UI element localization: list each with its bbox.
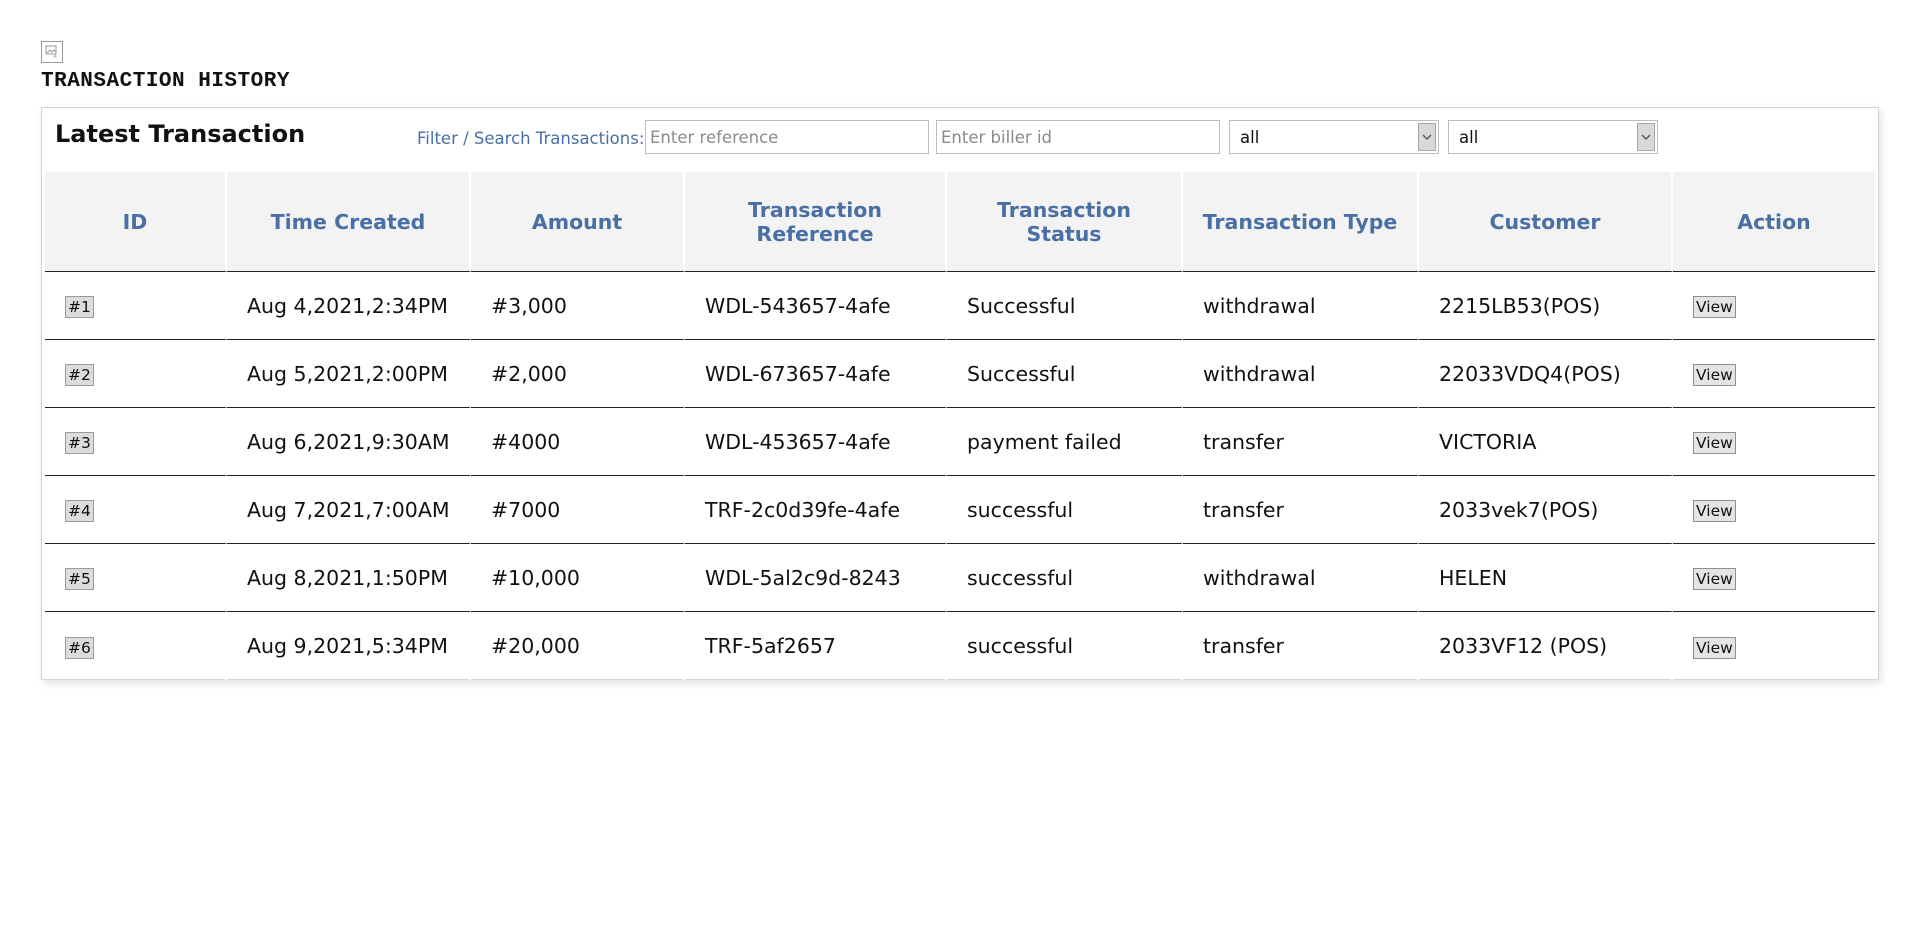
status-cell: successful bbox=[947, 476, 1183, 544]
table-row: #1 Aug 4,2021,2:34PM #3,000 WDL-543657-4… bbox=[45, 272, 1875, 340]
status-cell: successful bbox=[947, 544, 1183, 612]
card-title: Latest Transaction bbox=[55, 120, 306, 148]
table-row: #6 Aug 9,2021,5:34PM #20,000 TRF-5af2657… bbox=[45, 612, 1875, 680]
reference-cell: WDL-673657-4afe bbox=[685, 340, 947, 408]
reference-cell: WDL-453657-4afe bbox=[685, 408, 947, 476]
action-cell: View bbox=[1673, 476, 1875, 544]
view-button[interactable]: View bbox=[1693, 636, 1736, 659]
view-button[interactable]: View bbox=[1693, 432, 1736, 454]
status-filter-select[interactable]: all bbox=[1229, 120, 1439, 154]
time-cell: Aug 8,2021,1:50PM bbox=[227, 544, 471, 612]
reference-cell: WDL-543657-4afe bbox=[685, 272, 947, 340]
status-cell: Successful bbox=[947, 340, 1183, 408]
biller-id-search-input[interactable] bbox=[936, 120, 1220, 154]
reference-cell: TRF-2c0d39fe-4afe bbox=[685, 476, 947, 544]
reference-search-input[interactable] bbox=[645, 120, 929, 154]
status-cell: payment failed bbox=[947, 408, 1183, 476]
view-button[interactable]: View bbox=[1693, 364, 1736, 386]
type-cell: withdrawal bbox=[1183, 544, 1419, 612]
id-badge: #6 bbox=[65, 636, 94, 659]
page-title: TRANSACTION HISTORY bbox=[41, 70, 290, 93]
table-row: #4 Aug 7,2021,7:00AM #7000 TRF-2c0d39fe-… bbox=[45, 476, 1875, 544]
action-cell: View bbox=[1673, 612, 1875, 680]
time-cell: Aug 7,2021,7:00AM bbox=[227, 476, 471, 544]
chevron-down-icon[interactable] bbox=[1418, 123, 1436, 151]
reference-cell: WDL-5al2c9d-8243 bbox=[685, 544, 947, 612]
amount-cell: #7000 bbox=[471, 476, 685, 544]
type-filter-select[interactable]: all bbox=[1448, 120, 1658, 154]
table-row: #3 Aug 6,2021,9:30AM #4000 WDL-453657-4a… bbox=[45, 408, 1875, 476]
id-badge: #5 bbox=[65, 568, 94, 590]
column-header-action: Action bbox=[1673, 172, 1875, 272]
column-header-amount: Amount bbox=[471, 172, 685, 272]
table-row: #5 Aug 8,2021,1:50PM #10,000 WDL-5al2c9d… bbox=[45, 544, 1875, 612]
view-button[interactable]: View bbox=[1693, 500, 1736, 522]
action-cell: View bbox=[1673, 408, 1875, 476]
amount-cell: #3,000 bbox=[471, 272, 685, 340]
id-cell: #3 bbox=[45, 408, 227, 476]
type-cell: transfer bbox=[1183, 408, 1419, 476]
id-badge: #4 bbox=[65, 500, 94, 522]
amount-cell: #4000 bbox=[471, 408, 685, 476]
time-cell: Aug 9,2021,5:34PM bbox=[227, 612, 471, 680]
id-badge: #3 bbox=[65, 432, 94, 454]
type-filter-value: all bbox=[1459, 128, 1479, 147]
type-cell: withdrawal bbox=[1183, 340, 1419, 408]
time-cell: Aug 5,2021,2:00PM bbox=[227, 340, 471, 408]
reference-cell: TRF-5af2657 bbox=[685, 612, 947, 680]
id-badge: #2 bbox=[65, 364, 94, 386]
table-row: #2 Aug 5,2021,2:00PM #2,000 WDL-673657-4… bbox=[45, 340, 1875, 408]
id-cell: #1 bbox=[45, 272, 227, 340]
column-header-reference: Transaction Reference bbox=[685, 172, 947, 272]
table-header-row: ID Time Created Amount Transaction Refer… bbox=[45, 172, 1875, 272]
view-button[interactable]: View bbox=[1693, 568, 1736, 590]
customer-cell: 2033vek7(POS) bbox=[1419, 476, 1673, 544]
amount-cell: #10,000 bbox=[471, 544, 685, 612]
action-cell: View bbox=[1673, 544, 1875, 612]
customer-cell: HELEN bbox=[1419, 544, 1673, 612]
status-cell: successful bbox=[947, 612, 1183, 680]
column-header-status: Transaction Status bbox=[947, 172, 1183, 272]
status-filter-value: all bbox=[1240, 128, 1260, 147]
column-header-id: ID bbox=[45, 172, 227, 272]
column-header-customer: Customer bbox=[1419, 172, 1673, 272]
type-cell: withdrawal bbox=[1183, 272, 1419, 340]
id-cell: #2 bbox=[45, 340, 227, 408]
time-cell: Aug 6,2021,9:30AM bbox=[227, 408, 471, 476]
customer-cell: VICTORIA bbox=[1419, 408, 1673, 476]
card-header: Latest Transaction Filter / Search Trans… bbox=[42, 108, 1878, 172]
status-cell: Successful bbox=[947, 272, 1183, 340]
chevron-down-icon[interactable] bbox=[1637, 123, 1655, 151]
column-header-type: Transaction Type bbox=[1183, 172, 1419, 272]
page: TRANSACTION HISTORY Latest Transaction F… bbox=[0, 0, 1920, 937]
view-button[interactable]: View bbox=[1693, 296, 1736, 318]
action-cell: View bbox=[1673, 340, 1875, 408]
id-cell: #5 bbox=[45, 544, 227, 612]
customer-cell: 22033VDQ4(POS) bbox=[1419, 340, 1673, 408]
broken-image-icon bbox=[41, 41, 63, 63]
filter-label: Filter / Search Transactions: bbox=[417, 129, 645, 148]
transactions-table: ID Time Created Amount Transaction Refer… bbox=[45, 172, 1875, 680]
customer-cell: 2033VF12 (POS) bbox=[1419, 612, 1673, 680]
transactions-card: Latest Transaction Filter / Search Trans… bbox=[41, 107, 1879, 680]
type-cell: transfer bbox=[1183, 612, 1419, 680]
id-badge: #1 bbox=[65, 296, 94, 318]
amount-cell: #2,000 bbox=[471, 340, 685, 408]
type-cell: transfer bbox=[1183, 476, 1419, 544]
amount-cell: #20,000 bbox=[471, 612, 685, 680]
customer-cell: 2215LB53(POS) bbox=[1419, 272, 1673, 340]
action-cell: View bbox=[1673, 272, 1875, 340]
id-cell: #6 bbox=[45, 612, 227, 680]
id-cell: #4 bbox=[45, 476, 227, 544]
time-cell: Aug 4,2021,2:34PM bbox=[227, 272, 471, 340]
column-header-time-created: Time Created bbox=[227, 172, 471, 272]
